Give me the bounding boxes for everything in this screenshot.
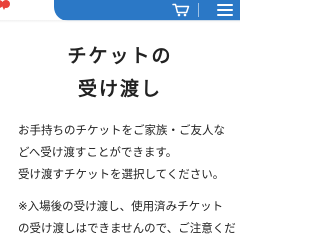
hamburger-menu-icon xyxy=(216,4,233,16)
notice-line: ※入場後の受け渡し、使用済みチケット xyxy=(18,199,224,213)
app-header xyxy=(0,0,240,21)
header-shadow xyxy=(0,20,240,23)
description-line: お手持ちのチケットをご家族・ご友人な xyxy=(18,123,225,137)
header-divider xyxy=(198,3,199,17)
menu-button[interactable] xyxy=(209,0,240,20)
brand-logo-icon[interactable] xyxy=(0,0,15,12)
shopping-cart-icon xyxy=(172,3,190,17)
page-title-line: 受け渡し xyxy=(77,78,162,100)
description-line: 受け渡すチケットを選択してください。 xyxy=(18,167,225,181)
description-line: どへ受け渡すことができます。 xyxy=(18,145,178,159)
page-title-line: チケットの xyxy=(67,45,173,67)
cart-button[interactable] xyxy=(169,1,193,19)
page-title: チケットの 受け渡し xyxy=(0,40,240,106)
notice-line: の受け渡しはできませんので、ご注意くだ xyxy=(18,221,236,235)
description-text: お手持ちのチケットをご家族・ご友人な どへ受け渡すことができます。 受け渡すチケ… xyxy=(18,119,236,239)
